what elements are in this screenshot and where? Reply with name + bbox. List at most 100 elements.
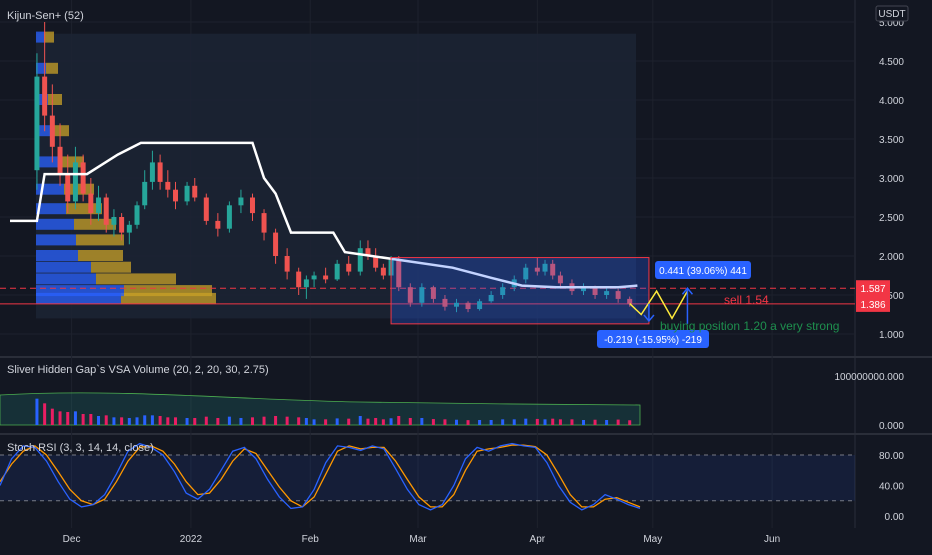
stoch-tick-label: 80.00 [879, 451, 904, 462]
volume-bar [285, 416, 289, 425]
candle-body [296, 271, 302, 288]
volume-bar [312, 419, 316, 425]
candle-body [311, 275, 317, 280]
stoch-tick-label: 40.00 [879, 482, 904, 493]
time-tick-label: Apr [530, 534, 546, 545]
volume-tick-label: 100000000.000 [834, 372, 904, 383]
candle-body [273, 232, 279, 256]
candle-body [323, 275, 329, 280]
volume-profile-down-bar [48, 94, 62, 105]
volume-bar [478, 420, 482, 425]
volume-bar [408, 418, 412, 425]
volume-bar [135, 417, 139, 425]
volume-bar [304, 418, 308, 425]
candle-body [238, 197, 244, 206]
volume-bar [543, 419, 547, 425]
volume-profile-up-bar [36, 250, 78, 261]
volume-bar [558, 419, 562, 425]
candle-body [284, 256, 290, 272]
candle-body [134, 205, 140, 225]
volume-profile-down-bar [74, 218, 116, 230]
price-tick-label: 1.000 [879, 330, 904, 341]
volume-bar [250, 417, 254, 425]
volume-bar [89, 414, 93, 425]
kijun-indicator-label[interactable]: Kijun-Sen+ (52) [7, 10, 84, 22]
stoch-indicator-label[interactable]: Stoch RSI (3, 3, 14, 14, close) [7, 442, 154, 454]
time-tick-label: 2022 [180, 534, 203, 545]
candle-body [57, 146, 63, 175]
volume-bar [58, 411, 62, 425]
time-tick-label: May [643, 534, 662, 545]
volume-profile-down-bar [78, 250, 123, 261]
volume-bar [501, 419, 505, 425]
candle-body [103, 197, 109, 225]
price-tick-label: 3.000 [879, 174, 904, 185]
candle-body [215, 220, 221, 229]
chart-canvas: 5.0004.5004.0003.5003.0002.5002.0001.500… [0, 0, 932, 550]
candle-body [142, 181, 148, 206]
candle-body [303, 279, 309, 288]
volume-profile-down-bar [96, 273, 176, 285]
volume-profile-down-bar [124, 285, 212, 297]
volume-bar [366, 418, 370, 425]
volume-bar [174, 417, 178, 425]
time-tick-label: Mar [409, 534, 427, 545]
volume-bar [358, 416, 362, 425]
candle-body [173, 189, 179, 202]
candle-body [149, 162, 155, 182]
candle-body [192, 185, 198, 198]
volume-profile-down-bar [46, 62, 58, 74]
volume-bar [324, 419, 328, 425]
candle-body [157, 162, 163, 182]
candle-body [80, 162, 86, 194]
upper-measure-text: 0.441 (39.06%) 441 [659, 266, 747, 277]
volume-bar [143, 415, 147, 425]
chart-root: 5.000 4.500 4.000 3.500 3.000 2.500 2.000 1.500… [0, 0, 932, 550]
candle-body [111, 217, 117, 225]
volume-bar [262, 416, 266, 425]
volume-bar [104, 415, 108, 425]
volume-bar [112, 417, 116, 425]
volume-bar [535, 418, 539, 425]
candle-body [334, 263, 340, 280]
volume-bar [420, 418, 424, 425]
volume-profile-up-bar [36, 218, 74, 230]
volume-bar [582, 420, 586, 425]
volume-bar [381, 419, 385, 425]
candle-body [249, 197, 255, 214]
volume-profile-down-bar [44, 31, 54, 43]
candle-body [88, 193, 94, 214]
time-tick-label: Dec [63, 534, 81, 545]
annotations [390, 257, 694, 325]
volume-tick-label: 0.000 [879, 421, 904, 432]
price-tick-label: 2.500 [879, 213, 904, 224]
volume-bar [204, 416, 208, 425]
volume-bar [570, 419, 574, 425]
price-tick-label: 3.500 [879, 135, 904, 146]
volume-bar [512, 419, 516, 425]
currency-label: USDT [878, 9, 905, 20]
candle-body [203, 197, 209, 221]
price-badge-label: 1.386 [860, 300, 885, 311]
price-badge-label: 1.587 [860, 284, 885, 295]
volume-profile-up-bar [36, 261, 91, 273]
buy-annotation: buying position 1.20 a very strong [660, 319, 839, 333]
volume-profile-up-bar [36, 234, 76, 246]
volume-bar [150, 415, 154, 425]
volume-bar [120, 417, 124, 425]
volume-bar [35, 398, 39, 425]
volume-indicator-label[interactable]: Sliver Hidden Gap`s VSA Volume (20, 2, 2… [7, 364, 269, 376]
candle-body [119, 217, 125, 233]
candle-body [49, 115, 55, 147]
time-tick-label: Jun [764, 534, 780, 545]
candle-body [72, 162, 78, 202]
volume-bar [193, 418, 197, 425]
volume-bar [616, 419, 620, 425]
sell-annotation: sell 1.54 [724, 293, 769, 307]
volume-bar [605, 420, 609, 425]
candle-body [165, 181, 171, 190]
volume-bar [43, 403, 47, 425]
volume-bar [216, 418, 220, 425]
range-box [390, 257, 650, 325]
volume-bar [239, 418, 243, 425]
